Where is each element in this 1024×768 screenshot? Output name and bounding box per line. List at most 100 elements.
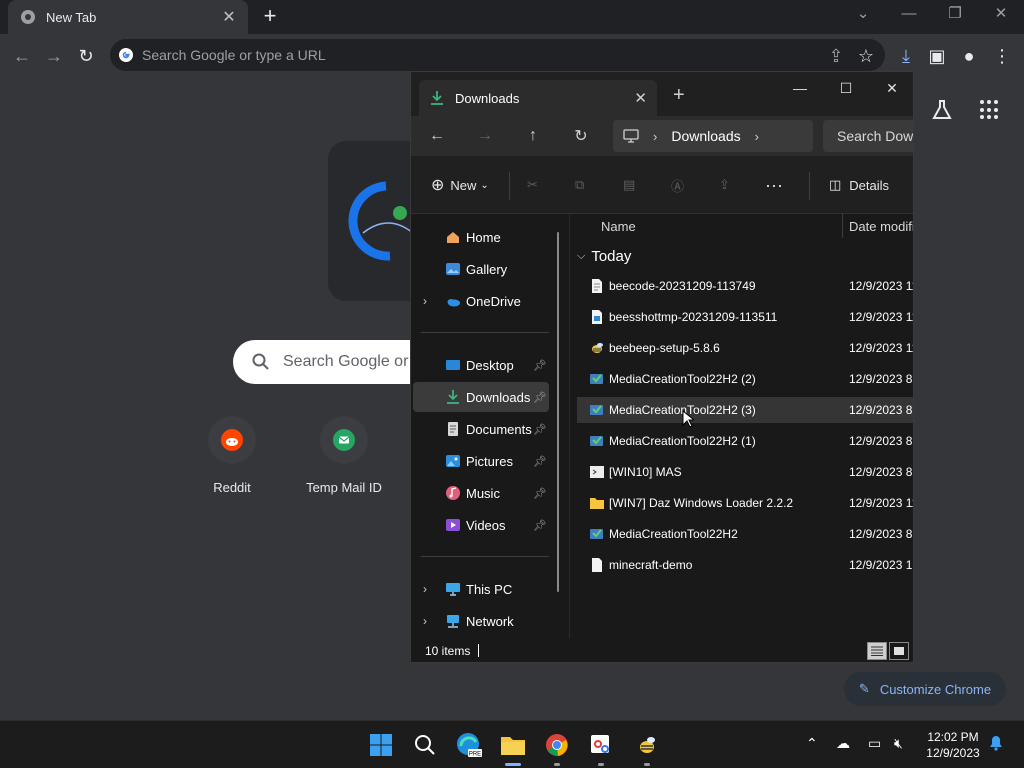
- ntp-search-box[interactable]: Search Google or: [233, 340, 433, 384]
- breadcrumb-chevron-icon[interactable]: ›: [755, 129, 759, 144]
- cut-icon[interactable]: ✂: [527, 174, 538, 196]
- back-arrow-icon[interactable]: ←: [425, 124, 449, 148]
- explorer-new-tab-button[interactable]: +: [673, 84, 685, 107]
- nav-downloads[interactable]: Downloads 📌︎: [413, 382, 549, 412]
- expand-chevron-icon[interactable]: ›: [423, 614, 427, 628]
- nav-music[interactable]: Music 📌︎: [413, 478, 549, 508]
- omnibox[interactable]: [110, 39, 885, 71]
- chrome-restore-button[interactable]: ❐: [932, 0, 978, 30]
- explorer-close-button[interactable]: ✕: [869, 74, 913, 102]
- file-list-pane: Name Date modified ⌵ Today beecode-20231…: [571, 214, 913, 638]
- chrome-close-button[interactable]: ✕: [978, 0, 1024, 30]
- file-row[interactable]: [WIN7] Daz Windows Loader 2.2.2 12/9/202…: [577, 490, 913, 516]
- up-arrow-icon[interactable]: ↑: [521, 124, 545, 148]
- explorer-tab-close-icon[interactable]: ✕: [634, 89, 647, 107]
- group-header-today[interactable]: ⌵ Today: [577, 248, 631, 265]
- shortcut-label: Temp Mail ID: [306, 480, 382, 495]
- status-separator: [478, 644, 479, 657]
- chrome-tab-new-tab[interactable]: New Tab ✕: [8, 0, 248, 34]
- downloads-icon[interactable]: ⤓: [892, 42, 920, 70]
- share-icon[interactable]: ⇪: [719, 174, 730, 196]
- explorer-navbar: ← → ↑ ↻ › Downloads › Search Downloads: [411, 116, 913, 156]
- reload-icon[interactable]: ↻: [72, 42, 100, 70]
- edge-beta-icon[interactable]: PRE: [455, 731, 483, 759]
- shortcut-reddit[interactable]: Reddit: [182, 416, 282, 495]
- details-view-icon[interactable]: [867, 642, 887, 660]
- expand-chevron-icon[interactable]: ›: [423, 294, 427, 308]
- copy-icon[interactable]: ⧉: [575, 174, 584, 196]
- refresh-icon[interactable]: ↻: [569, 124, 593, 148]
- notification-bell-icon[interactable]: [988, 735, 1004, 754]
- breadcrumb-downloads[interactable]: Downloads: [671, 128, 740, 144]
- file-row[interactable]: beesshottmp-20231209-113511 12/9/2023 11…: [577, 304, 913, 330]
- chrome-menu-icon[interactable]: ⋮: [988, 42, 1016, 70]
- omnibox-input[interactable]: [142, 47, 782, 63]
- file-row[interactable]: MediaCreationTool22H2 12/9/2023 8:48 AM: [577, 521, 913, 547]
- profile-icon[interactable]: ●: [955, 42, 983, 70]
- nav-onedrive[interactable]: › OneDrive: [413, 286, 549, 316]
- file-row[interactable]: MediaCreationTool22H2 (3) 12/9/2023 8:51…: [577, 397, 913, 423]
- chrome-minimize-button[interactable]: —: [886, 0, 932, 30]
- column-resize-handle[interactable]: [842, 214, 843, 238]
- forward-arrow-icon[interactable]: →: [40, 42, 68, 70]
- file-row[interactable]: [WIN10] MAS 12/9/2023 8:45 AM: [577, 459, 913, 485]
- paste-icon[interactable]: ▤: [623, 174, 635, 196]
- nav-documents[interactable]: Documents 📌︎: [413, 414, 549, 444]
- file-row[interactable]: beecode-20231209-113749 12/9/2023 11:37 …: [577, 273, 913, 299]
- nav-home[interactable]: Home: [413, 222, 549, 252]
- explorer-maximize-button[interactable]: ☐: [823, 74, 869, 102]
- file-row[interactable]: minecraft-demo 12/9/2023 12:01 PM: [577, 552, 913, 578]
- details-button[interactable]: ◫ Details: [829, 174, 889, 196]
- bookmark-star-icon[interactable]: ☆: [852, 42, 880, 70]
- nav-pane-scrollbar[interactable]: [557, 232, 559, 592]
- file-row[interactable]: beebeep-setup-5.8.6 12/9/2023 11:30 AM: [577, 335, 913, 361]
- new-button[interactable]: ⊕ New ⌄: [431, 174, 489, 196]
- pane-divider[interactable]: [569, 214, 570, 638]
- customize-chrome-button[interactable]: ✎ Customize Chrome: [844, 672, 1006, 706]
- column-header-name[interactable]: Name: [601, 219, 636, 234]
- windows-taskbar: PRE ⌃ ☁ ▭ 🔇︎ 12:02 PM 12/9/2023: [0, 720, 1024, 768]
- column-header-date[interactable]: Date modified: [849, 219, 913, 234]
- volume-muted-icon[interactable]: 🔇︎: [894, 735, 903, 752]
- back-arrow-icon[interactable]: ←: [8, 42, 36, 70]
- nav-videos[interactable]: Videos 📌︎: [413, 510, 549, 540]
- chrome-tab-close-icon[interactable]: ✕: [220, 7, 238, 27]
- rename-icon[interactable]: Ⓐ: [671, 174, 684, 196]
- chrome-icon: [20, 9, 36, 25]
- network-tray-icon[interactable]: ▭: [868, 735, 881, 752]
- chrome-icon[interactable]: [543, 731, 571, 759]
- nav-desktop[interactable]: Desktop 📌︎: [413, 350, 549, 380]
- tab-search-chevron-icon[interactable]: ⌄: [840, 0, 886, 30]
- show-hidden-icons-chevron-icon[interactable]: ⌃: [806, 735, 818, 752]
- google-apps-icon[interactable]: [980, 100, 1000, 120]
- explorer-minimize-button[interactable]: —: [777, 74, 823, 102]
- explorer-search-input[interactable]: Search Downloads: [823, 120, 913, 152]
- pin-icon: 📌︎: [533, 455, 547, 468]
- address-breadcrumb[interactable]: › Downloads ›: [613, 120, 813, 152]
- expand-chevron-icon[interactable]: ›: [423, 582, 427, 596]
- tiles-view-icon[interactable]: [889, 642, 909, 660]
- side-panel-icon[interactable]: ▣: [923, 42, 951, 70]
- windows-start-icon[interactable]: [367, 731, 395, 759]
- search-icon[interactable]: [411, 731, 439, 759]
- beebeep-icon[interactable]: [633, 731, 661, 759]
- snipping-tool-icon[interactable]: [587, 731, 615, 759]
- nav-gallery[interactable]: Gallery: [413, 254, 549, 284]
- explorer-tab-downloads[interactable]: Downloads ✕: [419, 80, 657, 116]
- file-row[interactable]: MediaCreationTool22H2 (1) 12/9/2023 8:49…: [577, 428, 913, 454]
- documents-icon: [448, 422, 458, 436]
- forward-arrow-icon[interactable]: →: [473, 124, 497, 148]
- labs-flask-icon[interactable]: [930, 98, 954, 122]
- chrome-new-tab-button[interactable]: +: [258, 5, 282, 29]
- nav-network[interactable]: › Network: [413, 606, 549, 636]
- file-row[interactable]: MediaCreationTool22H2 (2) 12/9/2023 8:50…: [577, 366, 913, 392]
- nav-pictures[interactable]: Pictures 📌︎: [413, 446, 549, 476]
- file-explorer-icon[interactable]: [499, 731, 527, 759]
- more-options-icon[interactable]: ···: [765, 174, 783, 196]
- onedrive-tray-icon[interactable]: ☁: [836, 735, 850, 752]
- shortcut-temp-mail[interactable]: Temp Mail ID: [294, 416, 394, 495]
- taskbar-clock[interactable]: 12:02 PM 12/9/2023: [918, 729, 988, 761]
- share-icon[interactable]: ⇪: [822, 42, 850, 70]
- nav-this-pc[interactable]: › This PC: [413, 574, 549, 604]
- breadcrumb-chevron-icon[interactable]: ›: [653, 129, 657, 144]
